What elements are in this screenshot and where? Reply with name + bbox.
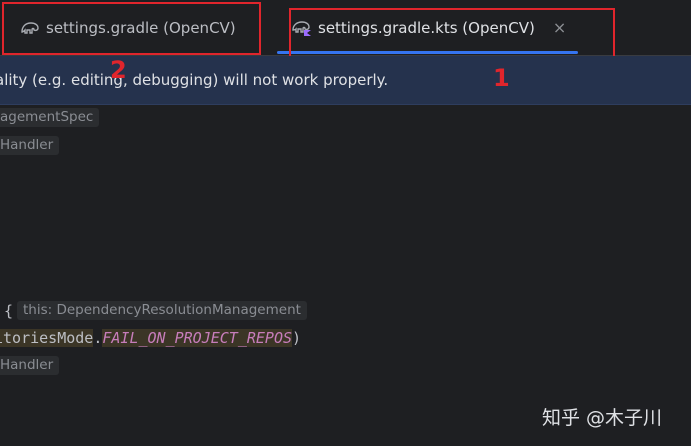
annotation-number-2: 2 xyxy=(110,56,127,84)
inlay-hint: Handler xyxy=(0,356,60,375)
banner-text: ality (e.g. editing, debugging) will not… xyxy=(0,71,389,89)
inlay-hint: this: DependencyResolutionManagement xyxy=(17,301,307,320)
code-identifier: itoriesMode xyxy=(0,329,94,347)
watermark: 知乎 @木子川 xyxy=(542,407,663,429)
annotation-box-1 xyxy=(289,8,615,60)
code-paren: ) xyxy=(292,329,302,347)
annotation-number-1: 1 xyxy=(493,64,510,92)
code-line: itoriesMode.FAIL_ON_PROJECT_REPOS) xyxy=(0,329,301,347)
code-editor[interactable]: agementSpec Handler { this: DependencyRe… xyxy=(0,105,691,446)
inlay-hint: agementSpec xyxy=(0,108,100,127)
annotation-box-2 xyxy=(2,2,261,55)
code-brace: { xyxy=(4,302,14,320)
code-constant: FAIL_ON_PROJECT_REPOS xyxy=(102,329,293,347)
notification-banner: ality (e.g. editing, debugging) will not… xyxy=(0,56,691,105)
inlay-hint: Handler xyxy=(0,136,60,155)
